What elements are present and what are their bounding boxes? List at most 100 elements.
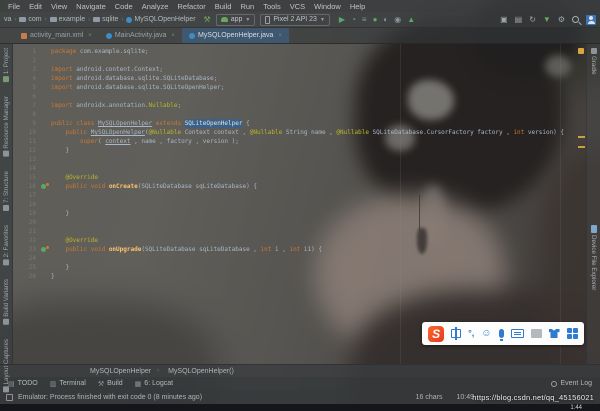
tool-window-icon <box>3 318 9 325</box>
play-icon[interactable]: ▶ <box>339 15 345 24</box>
device-manager-icon[interactable]: ▣ <box>500 15 508 24</box>
emoji-icon[interactable]: ☺ <box>481 328 491 339</box>
menu-item-view[interactable]: View <box>51 2 67 11</box>
tool-window-layout-captures[interactable]: Layout Captures <box>3 339 10 393</box>
breadcrumb-item[interactable]: com <box>19 16 42 23</box>
menu-item-run[interactable]: Run <box>240 2 254 11</box>
menu-item-refactor[interactable]: Refactor <box>177 2 205 11</box>
tool-window-device-file-explorer[interactable]: Device File Explorer <box>590 224 597 290</box>
gutter-icon-slot <box>39 164 51 173</box>
menu-item-window[interactable]: Window <box>314 2 341 11</box>
code-token: @Nullable <box>148 129 185 136</box>
close-icon[interactable]: × <box>88 33 92 39</box>
profile-icon[interactable]: ◔ <box>351 15 356 24</box>
code-token: SQLiteDatabase.CursorFactory factory , <box>372 129 514 136</box>
skin-icon[interactable] <box>548 329 560 338</box>
tool-window-button-6-logcat[interactable]: ▦ 6: Logcat <box>135 380 173 388</box>
punctuation-icon[interactable]: °, <box>468 329 474 338</box>
selection-chars[interactable]: 16 chars <box>416 394 443 401</box>
line-number: 17 <box>28 192 36 199</box>
menu-item-build[interactable]: Build <box>215 2 232 11</box>
menu-item-navigate[interactable]: Navigate <box>76 2 106 11</box>
code-token: } <box>51 147 70 154</box>
sdk-manager-icon[interactable]: ▼ <box>543 15 551 24</box>
sogou-logo[interactable]: S <box>428 325 445 342</box>
menu-item-analyze[interactable]: Analyze <box>142 2 169 11</box>
code-token: super <box>79 138 98 145</box>
override-icon[interactable] <box>41 182 49 189</box>
tab-label: MySQLOpenHelper.java <box>197 32 274 39</box>
inspection-status-icon[interactable] <box>578 48 584 54</box>
tool-window-2-favorites[interactable]: 2: Favorites <box>3 225 10 266</box>
warning-stripe-mark[interactable] <box>578 136 585 138</box>
right-tool-stripe: Gradle Device File Explorer <box>586 44 600 364</box>
code-token: } <box>51 264 70 271</box>
profiler-icon[interactable]: ◉ <box>394 15 401 24</box>
event-log-button[interactable]: Event Log <box>551 380 592 387</box>
tool-window-button-label: Build <box>107 380 123 387</box>
bottom-breadcrumb-item[interactable]: MySQLOpenHelper() <box>168 368 234 375</box>
tool-window-gradle[interactable]: Gradle <box>590 48 597 75</box>
layout-inspector-icon[interactable]: ▤ <box>515 15 523 24</box>
tab-label: MainActivity.java <box>114 32 167 39</box>
microphone-icon[interactable] <box>498 329 504 341</box>
code-editor[interactable]: 1 package com.example.sqlite; 2 3 import and… <box>13 44 586 364</box>
tab-activity_main-xml[interactable]: activity_main.xml × <box>14 28 99 43</box>
gutter-icon-slot <box>39 74 51 83</box>
search-icon[interactable] <box>572 16 579 23</box>
handwriting-icon[interactable] <box>530 329 542 338</box>
gutter-icon-slot <box>39 137 51 146</box>
tool-window-icon <box>3 204 9 211</box>
menu-item-tools[interactable]: Tools <box>263 2 281 11</box>
override-icon[interactable] <box>41 245 49 252</box>
tool-window-switcher-icon[interactable] <box>6 393 13 401</box>
run-menu-icon[interactable]: ≡ <box>362 15 367 24</box>
code-token: androidx.annotation. <box>76 102 149 109</box>
tab-mainactivity-java[interactable]: MainActivity.java × <box>99 28 182 43</box>
breadcrumb-item[interactable]: example <box>49 16 85 23</box>
menu-item-code[interactable]: Code <box>115 2 133 11</box>
gutter-icon-slot <box>39 254 51 263</box>
code-token: context <box>105 138 131 145</box>
code-token: public void <box>65 246 109 253</box>
debug-icon[interactable]: ● <box>373 15 378 24</box>
breadcrumb-item[interactable]: MySQLOpenHelper <box>126 16 196 23</box>
breadcrumb-item[interactable]: sqlite <box>93 16 118 23</box>
toolbox-icon[interactable] <box>566 327 578 340</box>
tool-window-build-variants[interactable]: Build Variants <box>3 279 10 325</box>
code-token: (SQLiteDatabase sqLiteDatabase) { <box>137 183 257 190</box>
breadcrumb-item[interactable]: va <box>4 16 11 23</box>
attach-debugger-icon[interactable]: ▲ <box>407 15 415 24</box>
close-icon[interactable]: × <box>278 33 282 39</box>
tab-mysqlopenhelper-java[interactable]: MySQLOpenHelper.java × <box>181 28 289 43</box>
gutter-icon-slot <box>39 47 51 56</box>
code-token: com.example.sqlite; <box>79 48 149 55</box>
close-icon[interactable]: × <box>171 33 175 39</box>
tool-window-button-terminal[interactable]: ▥ Terminal <box>50 380 86 388</box>
tool-window-button-build[interactable]: ⚒ Build <box>98 380 123 388</box>
sync-gradle-icon[interactable]: ↻ <box>529 15 536 24</box>
menu-item-vcs[interactable]: VCS <box>290 2 305 11</box>
line-number: 6 <box>32 93 36 100</box>
code-token: android.database.sqlite.SQLiteOpenHelper… <box>76 84 225 91</box>
code-token: { <box>242 120 250 127</box>
code-token: public void <box>65 183 109 190</box>
menu-item-help[interactable]: Help <box>350 2 365 11</box>
tool-window-7-structure[interactable]: 7: Structure <box>3 171 10 211</box>
settings-icon[interactable]: ⚙ <box>558 15 565 24</box>
sogou-ime-bar[interactable]: S °, ☺ <box>422 322 584 345</box>
device-select[interactable]: Pixel 2 API 23 ▼ <box>260 13 330 26</box>
coverage-icon[interactable]: ◐ <box>383 15 388 24</box>
tool-window-resource-manager[interactable]: Resource Manager <box>3 96 10 157</box>
keyboard-icon[interactable] <box>510 329 524 338</box>
avatar[interactable] <box>586 14 596 25</box>
tool-window-1-project[interactable]: 1: Project <box>3 48 10 83</box>
run-config-select[interactable]: app ▼ <box>215 13 256 26</box>
warning-stripe-mark[interactable] <box>578 146 585 148</box>
menu-item-file[interactable]: File <box>8 2 20 11</box>
bottom-breadcrumb-item[interactable]: MySQLOpenHelper <box>90 368 151 375</box>
tool-window-button-todo[interactable]: ▤ TODO <box>8 380 38 388</box>
menu-item-edit[interactable]: Edit <box>29 2 42 11</box>
chinese-english-toggle-icon[interactable] <box>451 327 462 340</box>
build-hammer-icon[interactable]: ⚒ <box>204 15 211 24</box>
